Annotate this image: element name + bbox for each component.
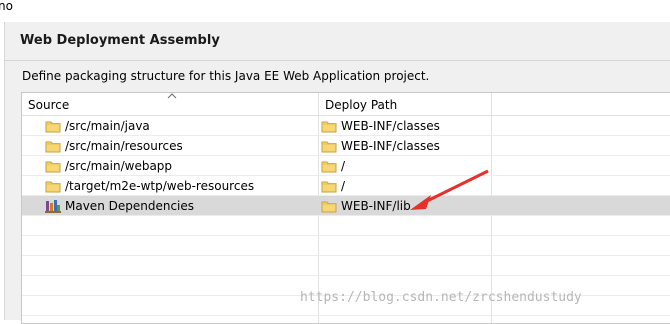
table-row[interactable]: /src/main/webapp / — [22, 156, 670, 176]
page-title: Web Deployment Assembly — [20, 33, 220, 48]
table-row[interactable]: /target/m2e-wtp/web-resources / — [22, 176, 670, 196]
window-title-bar: no — [0, 0, 670, 22]
panel-header: Web Deployment Assembly — [5, 22, 670, 61]
folder-icon — [45, 139, 61, 153]
sort-ascending-icon — [167, 93, 177, 99]
table-row-empty — [22, 256, 670, 276]
properties-panel: Web Deployment Assembly Define packaging… — [5, 22, 670, 324]
folder-icon — [321, 179, 337, 193]
table-row[interactable]: Maven Dependencies WEB-INF/lib — [22, 196, 670, 216]
source-path: /src/main/webapp — [65, 159, 173, 173]
table-row-empty — [22, 216, 670, 236]
deploy-path: WEB-INF/lib — [341, 199, 411, 213]
folder-icon — [45, 179, 61, 193]
source-path: /src/main/java — [65, 119, 150, 133]
table-header: Source Deploy Path — [22, 93, 670, 116]
source-path: /src/main/resources — [65, 139, 183, 153]
folder-icon — [45, 119, 61, 133]
table-body: /src/main/java WEB-INF/classes/src/main/r… — [22, 116, 670, 316]
deploy-path: / — [341, 159, 346, 173]
column-header-source[interactable]: Source — [28, 93, 69, 115]
folder-icon — [321, 119, 337, 133]
window-title: no — [0, 0, 13, 13]
source-path: Maven Dependencies — [65, 199, 195, 213]
source-path: /target/m2e-wtp/web-resources — [65, 179, 255, 193]
deploy-path: / — [341, 179, 346, 193]
column-header-deploy-path[interactable]: Deploy Path — [325, 93, 397, 115]
deploy-path: WEB-INF/classes — [341, 139, 440, 153]
folder-icon — [321, 139, 337, 153]
library-icon — [45, 199, 61, 213]
deploy-path: WEB-INF/classes — [341, 119, 440, 133]
folder-icon — [321, 199, 337, 213]
table-row-empty — [22, 236, 670, 256]
watermark: https://blog.csdn.net/zrcshendustudy — [300, 290, 582, 305]
table-row[interactable]: /src/main/resources WEB-INF/classes — [22, 136, 670, 156]
page-description: Define packaging structure for this Java… — [22, 69, 430, 83]
folder-icon — [45, 159, 61, 173]
folder-icon — [321, 159, 337, 173]
table-row[interactable]: /src/main/java WEB-INF/classes — [22, 116, 670, 136]
